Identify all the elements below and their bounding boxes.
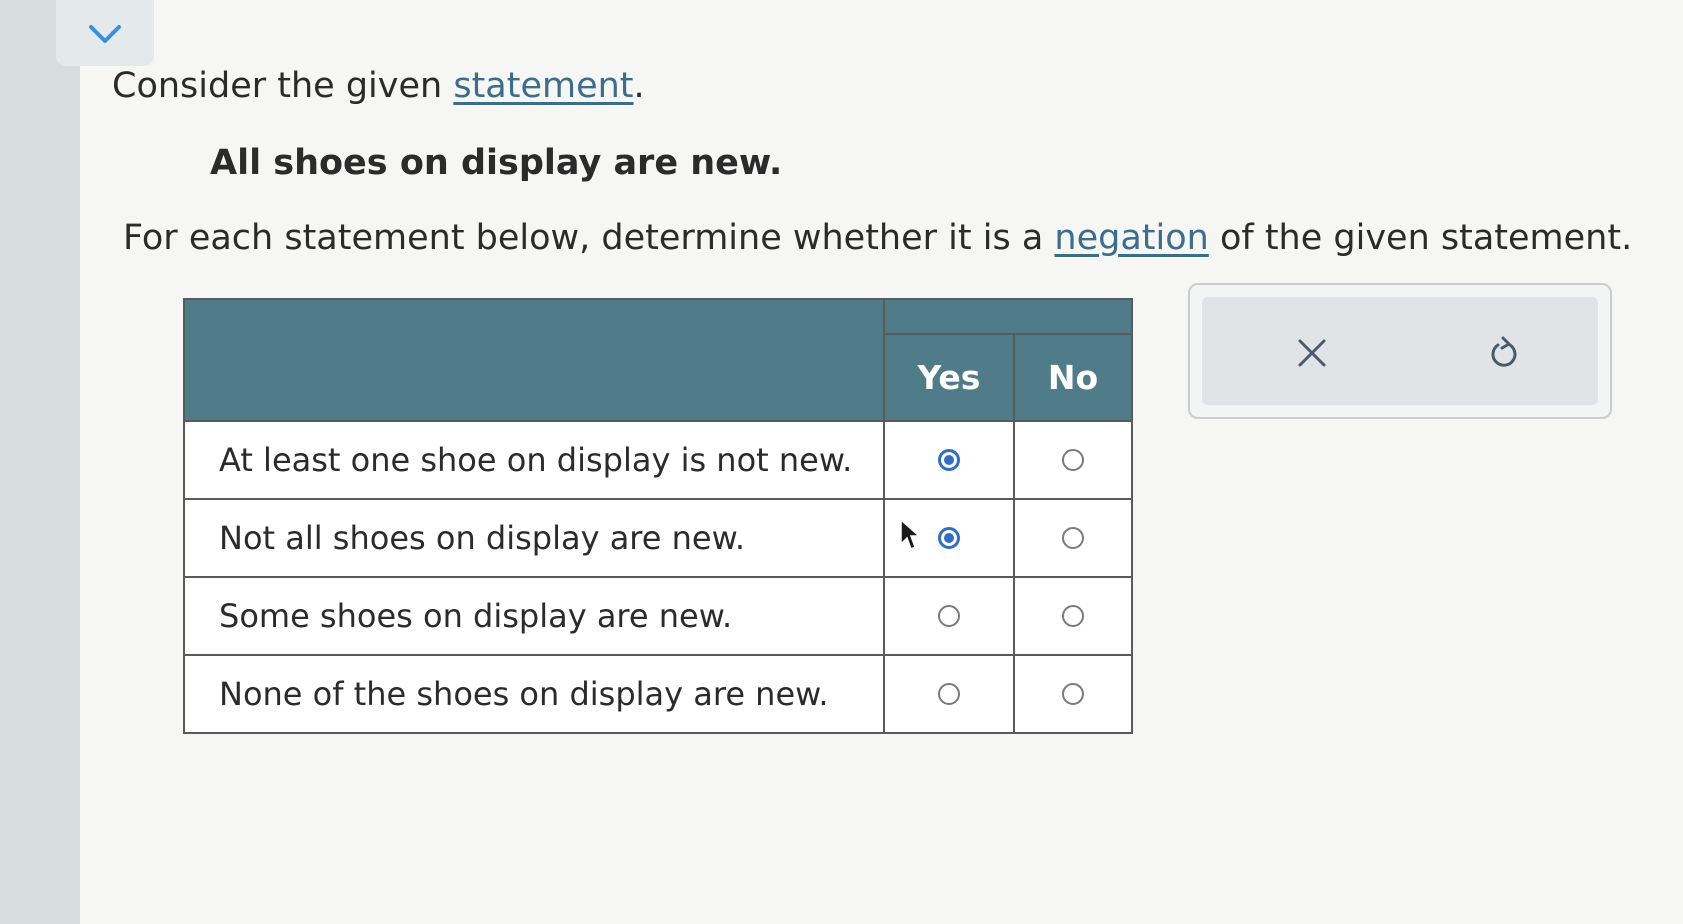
yes-header: Yes	[883, 333, 1015, 422]
row-statement: Some shoes on display are new.	[183, 576, 885, 656]
no-header: No	[1013, 333, 1133, 422]
no-radio[interactable]	[1062, 605, 1084, 627]
no-radio[interactable]	[1062, 449, 1084, 471]
yes-radio-cell[interactable]	[883, 654, 1015, 734]
no-radio-cell[interactable]	[1013, 654, 1133, 734]
prompt-text: Consider the given statement.	[112, 66, 645, 106]
chevron-down-icon	[89, 25, 121, 43]
table-row: None of the shoes on display are new.	[183, 654, 1133, 734]
answer-tools-inner	[1202, 297, 1598, 405]
yes-radio[interactable]	[938, 449, 960, 471]
no-radio[interactable]	[1062, 527, 1084, 549]
prompt-after: .	[633, 66, 645, 106]
no-radio-cell[interactable]	[1013, 498, 1133, 578]
instruction-text: For each statement below, determine whet…	[123, 218, 1632, 258]
no-radio-cell[interactable]	[1013, 420, 1133, 500]
choice-group-header	[883, 297, 1133, 336]
table-row: Not all shoes on display are new.	[183, 498, 1133, 578]
instruction-before: For each statement below, determine whet…	[123, 218, 1055, 258]
yes-radio[interactable]	[938, 683, 960, 705]
row-statement: None of the shoes on display are new.	[183, 654, 885, 734]
x-icon	[1298, 339, 1326, 367]
table-row: Some shoes on display are new.	[183, 576, 1133, 656]
table-row: At least one shoe on display is not new.	[183, 420, 1133, 500]
answer-table: Yes No At least one shoe on display is n…	[183, 297, 1133, 734]
mouse-pointer-icon	[900, 518, 921, 551]
instruction-after: of the given statement.	[1208, 218, 1633, 258]
yes-radio[interactable]	[938, 605, 960, 627]
no-radio-cell[interactable]	[1013, 576, 1133, 656]
yes-radio-cell[interactable]	[883, 576, 1015, 656]
no-radio[interactable]	[1062, 683, 1084, 705]
answer-tools-panel	[1188, 283, 1612, 419]
prompt-before: Consider the given	[112, 66, 454, 106]
clear-button[interactable]	[1290, 331, 1334, 375]
left-margin-bar	[0, 0, 80, 924]
given-statement: All shoes on display are new.	[210, 143, 783, 183]
statement-link[interactable]: statement	[453, 66, 633, 106]
collapse-button[interactable]	[56, 0, 154, 66]
row-statement: At least one shoe on display is not new.	[183, 420, 885, 500]
yes-radio-cell[interactable]	[883, 420, 1015, 500]
yes-radio[interactable]	[938, 527, 960, 549]
undo-icon	[1491, 336, 1517, 367]
negation-link[interactable]: negation	[1054, 218, 1208, 258]
undo-button[interactable]	[1482, 331, 1526, 375]
blank-header	[183, 298, 885, 422]
row-statement: Not all shoes on display are new.	[183, 498, 885, 578]
